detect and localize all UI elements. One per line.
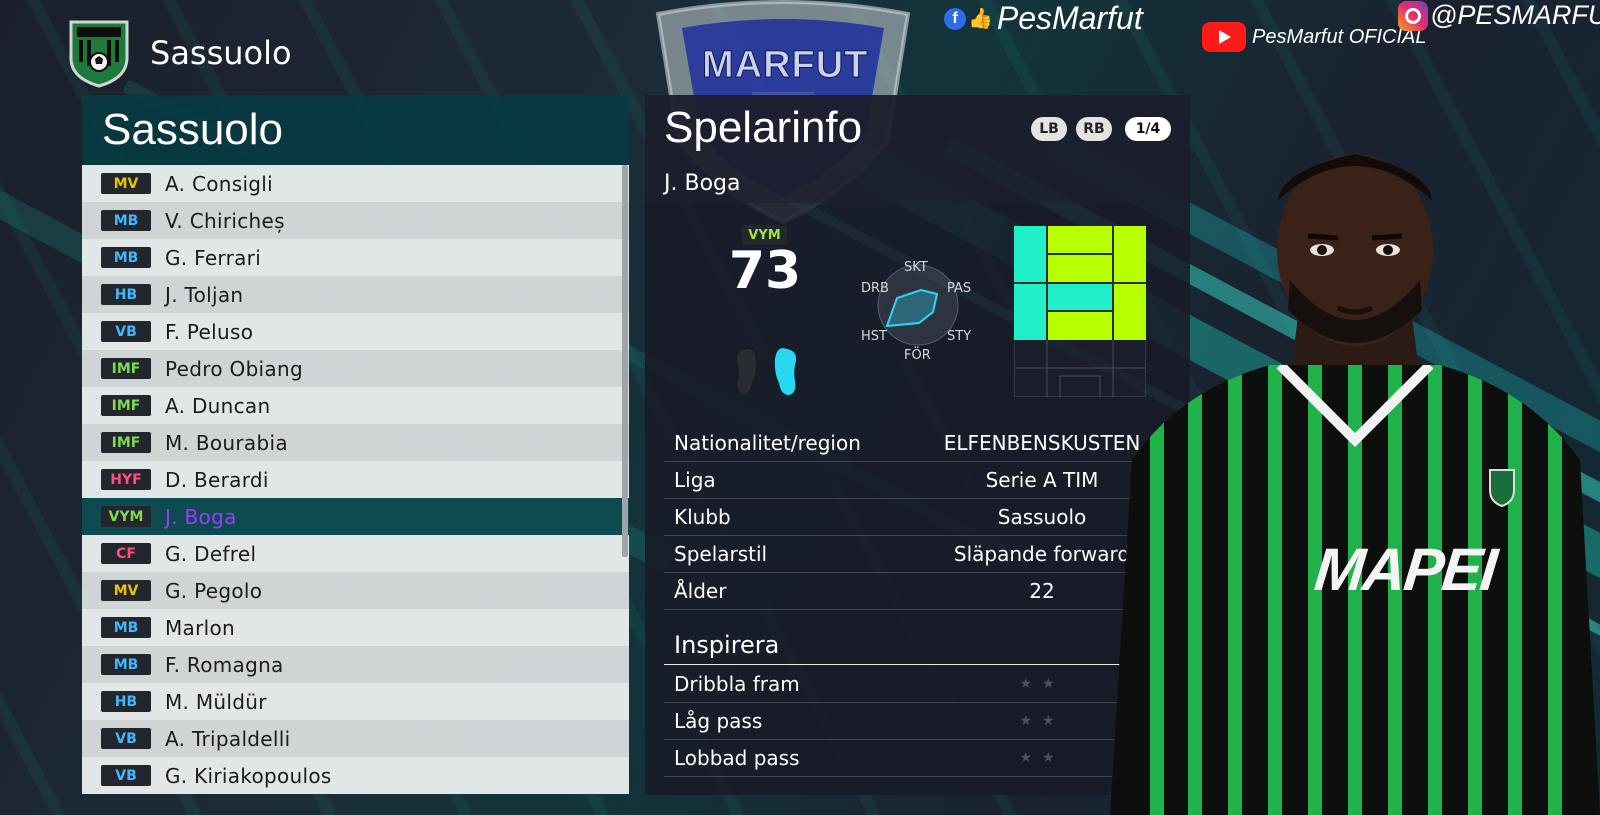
lb-button[interactable]: LB: [1031, 117, 1067, 141]
position-badge: VYM: [101, 506, 151, 527]
player-name-cell: F. Romagna: [165, 652, 284, 677]
inspire-row: Dribbla fram ★★: [664, 666, 1170, 703]
position-badge: VB: [101, 728, 151, 749]
rb-button[interactable]: RB: [1076, 117, 1112, 141]
radar-label-hst: HST: [861, 329, 887, 344]
position-badge: CF: [101, 543, 151, 564]
marfut-logo-text: MARFUT: [702, 44, 869, 87]
position-badge: MV: [101, 173, 151, 194]
player-name-cell: A. Tripaldelli: [165, 726, 291, 751]
radar-label-sty: STY: [947, 329, 972, 344]
squad-row[interactable]: MB G. Ferrari: [82, 239, 629, 276]
player-info-title: Spelarinfo: [664, 103, 863, 152]
squad-row[interactable]: VB A. Tripaldelli: [82, 720, 629, 757]
squad-list: MV A. Consigli MB V. Chiricheș MB G. Ferrari H…: [82, 165, 629, 794]
like-icon: 👍: [968, 8, 993, 30]
inspire-label: Dribbla fram: [674, 672, 800, 696]
player-name-cell: M. Bourabia: [165, 430, 288, 455]
inspire-label: Låg pass: [674, 709, 763, 733]
radar-label-for: FÖR: [904, 348, 931, 363]
player-name-cell: F. Peluso: [165, 319, 254, 344]
inspire-row: Låg pass ★★: [664, 703, 1170, 740]
player-name-cell: G. Defrel: [165, 541, 257, 566]
position-badge: IMF: [101, 395, 151, 416]
player-name-cell: G. Ferrari: [165, 245, 262, 270]
overall-rating: 73: [728, 241, 802, 301]
squad-row[interactable]: IMF Pedro Obiang: [82, 350, 629, 387]
player-info-panel: Spelarinfo J. Boga LB RB 1/4 VYM 73 SKT …: [645, 95, 1190, 795]
page-title: Sassuolo: [150, 34, 292, 72]
youtube-icon: [1202, 22, 1246, 52]
player-name: J. Boga: [664, 171, 741, 196]
player-name-cell: J. Toljan: [165, 282, 244, 307]
preferred-foot-icon: [733, 343, 799, 403]
squad-list-panel: Sassuolo MV A. Consigli MB V. Chiricheș MB G.…: [82, 95, 629, 795]
radar-label-skt: SKT: [904, 260, 928, 275]
club-crest: [67, 18, 131, 88]
detail-label: Nationalitet/region: [674, 431, 861, 455]
kit-sponsor-text: MAPEI: [1311, 536, 1499, 603]
player-name-cell: J. Boga: [165, 504, 237, 529]
player-name-cell: Pedro Obiang: [165, 356, 303, 381]
squad-row[interactable]: VYM J. Boga: [82, 498, 629, 535]
squad-row[interactable]: HB M. Müldür: [82, 683, 629, 720]
detail-row: Spelarstil Släpande forward: [664, 536, 1170, 573]
squad-row[interactable]: MB V. Chiricheș: [82, 202, 629, 239]
player-render: MAPEI: [1110, 140, 1600, 815]
player-name-cell: G. Kiriakopoulos: [165, 763, 332, 788]
radar-label-pas: PAS: [947, 281, 972, 296]
player-name-cell: D. Berardi: [165, 467, 269, 492]
position-badge: MB: [101, 654, 151, 675]
inspire-header: Inspirera: [664, 631, 1170, 665]
instagram-handle: @PESMARFUT: [1398, 0, 1600, 31]
position-badge: MB: [101, 247, 151, 268]
player-name-cell: Marlon: [165, 615, 236, 640]
squad-list-scrollbar[interactable]: [622, 165, 628, 557]
squad-row[interactable]: MB Marlon: [82, 609, 629, 646]
position-badge: MB: [101, 210, 151, 231]
player-name-cell: A. Duncan: [165, 393, 271, 418]
squad-list-header: Sassuolo: [82, 95, 629, 165]
squad-row[interactable]: CF G. Defrel: [82, 535, 629, 572]
instagram-icon: [1398, 0, 1428, 31]
position-badge: VB: [101, 321, 151, 342]
facebook-handle: f 👍 PesMarfut: [944, 0, 1143, 37]
position-badge: IMF: [101, 432, 151, 453]
position-badge: MV: [101, 580, 151, 601]
facebook-icon: f: [944, 7, 966, 30]
position-badge: IMF: [101, 358, 151, 379]
radar-label-drb: DRB: [861, 281, 889, 296]
position-badge: HB: [101, 284, 151, 305]
player-name-cell: G. Pegolo: [165, 578, 263, 603]
squad-row[interactable]: HB J. Toljan: [82, 276, 629, 313]
detail-row: Liga Serie A TIM: [664, 462, 1170, 499]
squad-row[interactable]: MV A. Consigli: [82, 165, 629, 202]
detail-label: Liga: [674, 468, 716, 492]
detail-label: Ålder: [674, 579, 727, 603]
page-indicator: 1/4: [1125, 117, 1171, 141]
detail-label: Klubb: [674, 505, 731, 529]
squad-row[interactable]: VB G. Kiriakopoulos: [82, 757, 629, 794]
inspire-row: Lobbad pass ★★: [664, 740, 1170, 777]
squad-row[interactable]: HYF D. Berardi: [82, 461, 629, 498]
player-name-cell: M. Müldür: [165, 689, 267, 714]
position-badge: HB: [101, 691, 151, 712]
detail-row: Klubb Sassuolo: [664, 499, 1170, 536]
detail-row: Ålder 22: [664, 573, 1170, 610]
player-name-cell: V. Chiricheș: [165, 208, 285, 233]
squad-row[interactable]: MV G. Pegolo: [82, 572, 629, 609]
inspire-label: Lobbad pass: [674, 746, 800, 770]
youtube-handle: PesMarfut OFICIAL: [1202, 22, 1427, 52]
position-badge: VB: [101, 765, 151, 786]
squad-list-title: Sassuolo: [102, 105, 284, 154]
player-name-cell: A. Consigli: [165, 171, 274, 196]
detail-label: Spelarstil: [674, 542, 768, 566]
detail-row: Nationalitet/region ELFENBENSKUSTEN: [664, 425, 1170, 462]
position-badge: HYF: [101, 469, 151, 490]
position-badge: MB: [101, 617, 151, 638]
squad-row[interactable]: IMF M. Bourabia: [82, 424, 629, 461]
squad-row[interactable]: IMF A. Duncan: [82, 387, 629, 424]
squad-row[interactable]: MB F. Romagna: [82, 646, 629, 683]
squad-row[interactable]: VB F. Peluso: [82, 313, 629, 350]
